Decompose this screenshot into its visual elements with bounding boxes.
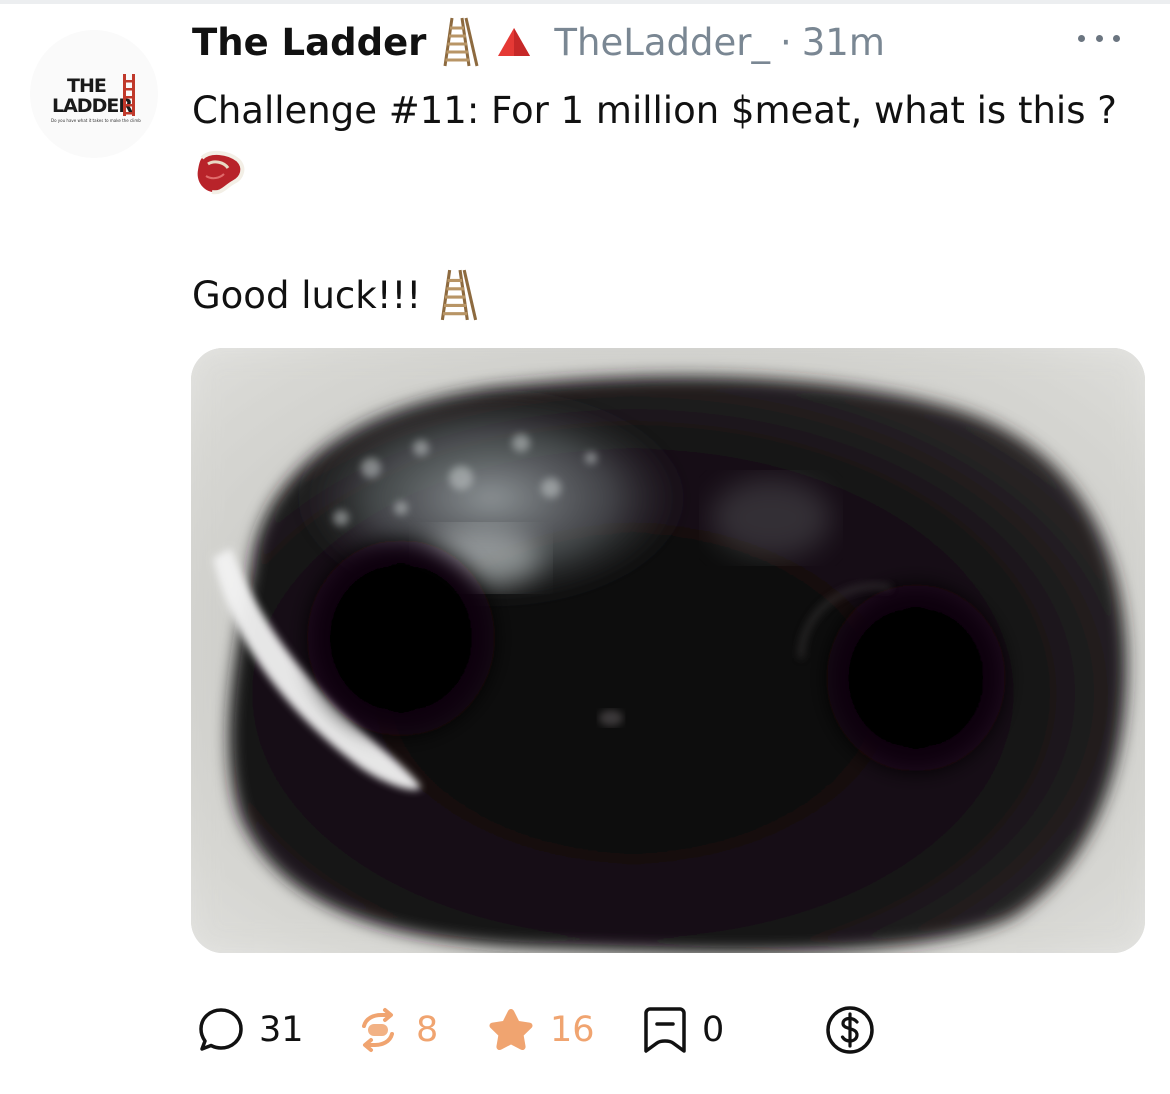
star-icon [489, 1009, 533, 1051]
more-dot-icon [1095, 34, 1103, 42]
reply-count: 31 [259, 1010, 304, 1050]
red-triangle-icon [498, 28, 531, 56]
bookmark-icon [644, 1007, 686, 1053]
separator-dot: · [779, 20, 792, 64]
display-name[interactable]: The Ladder [192, 21, 426, 64]
comment-bubble-icon [199, 1008, 243, 1051]
user-handle[interactable]: TheLadder_ [554, 21, 770, 64]
recast-button[interactable]: 8 [354, 1000, 438, 1060]
more-options-button[interactable] [1078, 26, 1120, 50]
post-time[interactable]: 31m [802, 21, 885, 64]
ladder-emoji-icon [441, 269, 478, 321]
action-bar: 31 8 16 0 [0, 1000, 1170, 1060]
bookmark-count: 0 [702, 1010, 725, 1050]
like-button[interactable]: 16 [486, 1000, 595, 1060]
good-luck-text: Good luck!!! [192, 273, 422, 317]
tip-button[interactable] [824, 1000, 876, 1060]
dollar-coin-icon [826, 1006, 874, 1054]
more-dot-icon [1113, 34, 1120, 42]
recast-icon [362, 1008, 394, 1052]
dog-nose-photo [191, 348, 1145, 953]
reply-button[interactable]: 31 [197, 1000, 304, 1060]
avatar[interactable]: THE LADDER Do you have what it takes to … [30, 30, 158, 158]
avatar-logo-text: THE LADDER [52, 76, 133, 117]
steak-emoji-icon [197, 151, 245, 195]
like-count: 16 [550, 1010, 595, 1050]
bookmark-button[interactable]: 0 [642, 1000, 724, 1060]
top-divider [0, 0, 1170, 4]
post-text-line1: Challenge #11: For 1 million $meat, what… [192, 89, 1117, 132]
avatar-tagline: Do you have what it takes to make the cl… [51, 118, 141, 123]
post-text-line2: Good luck!!! [192, 268, 479, 322]
ladder-logo-icon [123, 74, 135, 116]
ladder-emoji-icon [443, 17, 479, 67]
post-header: The Ladder TheLadder_ · 31m [192, 14, 885, 70]
avatar-logo-line2: LADDER [52, 95, 133, 117]
more-dot-icon [1078, 34, 1085, 42]
post-image[interactable] [191, 348, 1145, 953]
recast-count: 8 [416, 1010, 439, 1050]
